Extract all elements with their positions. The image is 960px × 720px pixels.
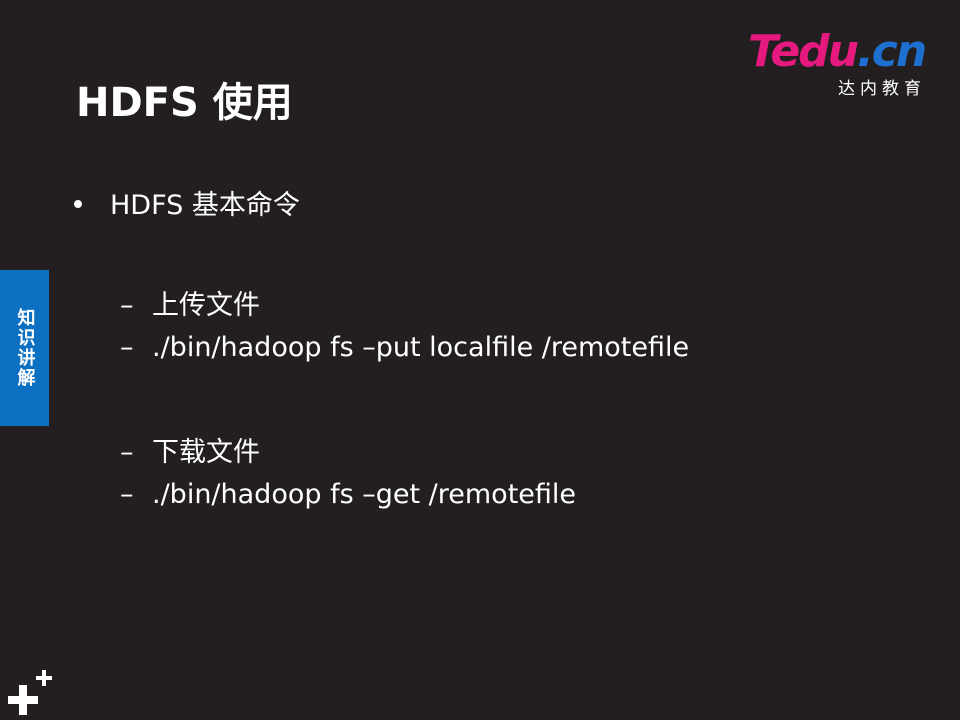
tedu-logo: Tedu.cn 达内教育 [748, 28, 930, 100]
main-bullet: HDFS 基本命令 [74, 183, 300, 222]
sub-item-text: ./bin/hadoop fs –get /remotefile [152, 479, 577, 510]
logo-subtitle: 达内教育 [838, 79, 926, 99]
bullet-dot-icon [74, 199, 82, 208]
logo-text-cn: cn [871, 26, 927, 77]
sub-item: – 下载文件 [120, 430, 260, 469]
dash-marker: – [120, 437, 134, 468]
sub-item: – ./bin/hadoop fs –get /remotefile [120, 479, 576, 510]
side-tab: 知识讲解 [0, 270, 49, 426]
sub-item: – ./bin/hadoop fs –put localfile /remotef… [120, 332, 689, 363]
slide-title: HDFS 使用 [76, 80, 293, 126]
main-bullet-text: HDFS 基本命令 [110, 190, 300, 221]
sub-item-text: ./bin/hadoop fs –put localfile /remotefi… [152, 332, 690, 363]
sub-item-text: 下载文件 [152, 437, 260, 468]
dash-marker: – [120, 479, 134, 510]
logo-text-edu: edu [770, 26, 859, 77]
plus-icon [8, 670, 52, 715]
side-tab-label: 知识讲解 [14, 308, 36, 388]
logo-wordmark: Tedu.cn [748, 26, 927, 77]
sub-item: – 上传文件 [120, 283, 260, 322]
logo-dot: . [857, 26, 874, 77]
logo-letter-t: T [748, 26, 772, 77]
slide: HDFS 使用 Tedu.cn 达内教育 知识讲解 HDFS 基本命令 – 上传文… [0, 0, 960, 720]
dash-marker: – [120, 332, 134, 363]
dash-marker: – [120, 290, 134, 321]
sub-item-text: 上传文件 [152, 290, 260, 321]
